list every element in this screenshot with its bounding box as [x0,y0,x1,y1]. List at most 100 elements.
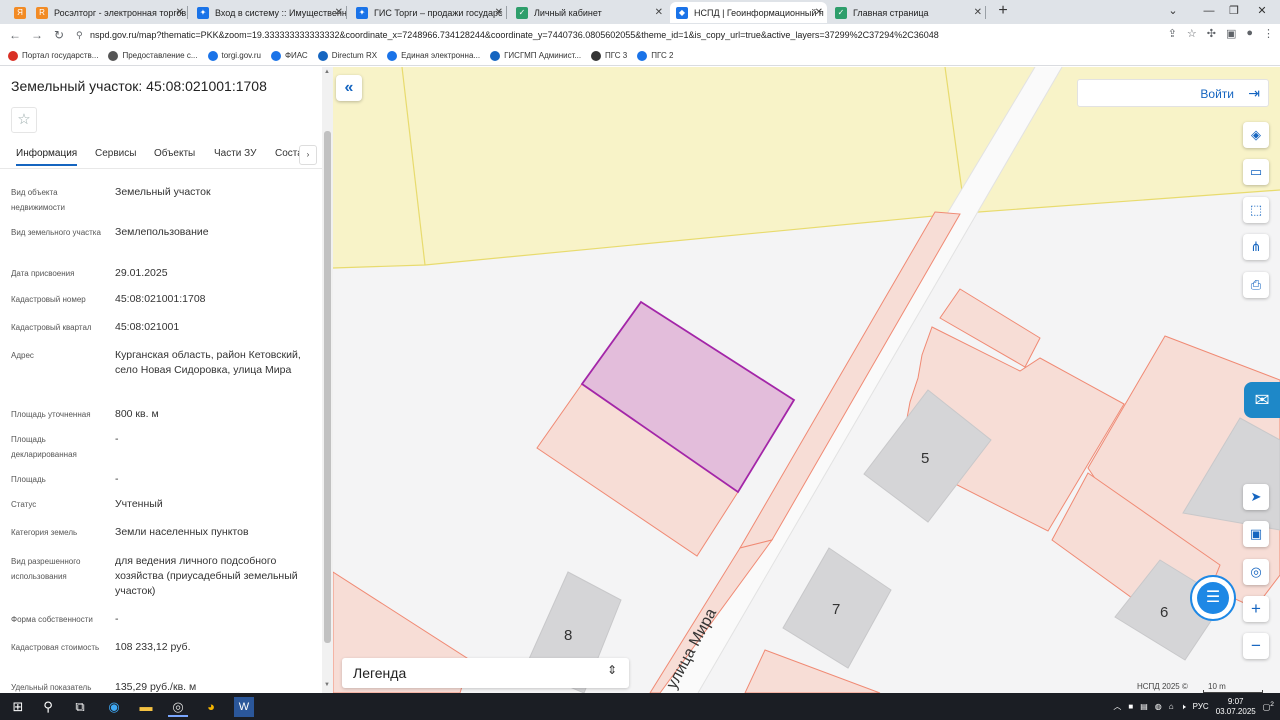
tab-separator [187,6,188,19]
location-search-icon[interactable]: ◎ [1243,559,1269,585]
browser-tab[interactable]: R Росэлторг - электронная торгов ✕ [30,2,188,23]
bookmark-item[interactable]: Directum RX [317,50,378,61]
zoom-out-icon[interactable]: − [1243,633,1269,659]
tray-app-icon[interactable]: ■ [1128,702,1133,711]
browser-menu-icon[interactable]: ⋮ [1263,27,1274,40]
task-view-icon[interactable]: ⧉ [70,697,90,717]
scrollbar-thumb[interactable] [324,131,331,643]
browser-tab[interactable]: ✓ Главная страница ✕ [829,2,986,23]
bookmark-item[interactable]: ПГС 2 [637,50,674,61]
share-icon[interactable]: ⋔ [1243,234,1269,260]
area-select-icon[interactable]: ⬚ [1243,197,1269,223]
close-tab-icon[interactable]: ✕ [655,7,663,18]
browser-tab[interactable]: ✓ Личный кабинет ✕ [510,2,667,23]
tab-services[interactable]: Сервисы [95,148,136,159]
browser-tab[interactable]: ✦ Вход в систему :: Имущественн ✕ [191,2,347,23]
chrome-icon[interactable]: ◕ [201,697,221,717]
bookmark-item[interactable]: Портал государств... [8,50,98,61]
word-icon[interactable]: W [234,697,254,717]
tab-favicon-icon: ◆ [676,6,688,19]
file-explorer-icon[interactable]: ▬ [136,697,156,717]
clock[interactable]: 9:07 03.07.2025 [1216,697,1256,717]
close-tab-icon[interactable]: ✕ [815,7,823,18]
browser-tab[interactable]: ◆ НСПД | Геоинформационный п ✕ [670,2,827,23]
assistant-chat-button[interactable]: ☰ [1190,575,1236,621]
attribute-value: - [115,613,119,625]
reload-icon[interactable]: ↻ [48,28,70,42]
back-icon[interactable]: ← [4,28,26,42]
tray-app-icon[interactable]: ◍ [1155,702,1162,711]
attribute-label: Вид разрешенного использования [11,557,81,581]
side-panel-icon[interactable]: ▣ [1226,27,1236,40]
bookmark-item[interactable]: ГИСГМП Админист... [490,50,581,61]
tab-separator [506,6,507,19]
tab-favicon-icon: ✓ [835,6,847,19]
bookmark-item[interactable]: Предоставление с... [108,50,198,61]
bookmark-label: ПГС 2 [651,51,674,60]
bookmark-item[interactable]: ФИАС [270,50,308,61]
favorite-star-icon[interactable]: ☆ [11,107,37,133]
share-page-icon[interactable]: ⇪ [1168,27,1177,40]
scroll-down-icon[interactable]: ▼ [324,682,330,688]
collapse-panel-icon[interactable]: « [336,75,362,101]
tab-objects[interactable]: Объекты [154,148,195,159]
bookmark-item[interactable]: Единая электронна... [387,50,480,61]
bookmark-icon [108,50,119,61]
app-icon[interactable]: ◎ [168,697,188,717]
forward-icon[interactable]: → [26,28,48,42]
browser-tab[interactable]: ✦ ГИС Торги – продажи государс ✕ [350,2,507,23]
attribute-value: 45:08:021001:1708 [115,293,206,305]
attribute-value: 135,29 руб./кв. м [115,681,197,693]
profile-icon[interactable]: ● [1246,27,1253,40]
network-icon[interactable]: ⌂ [1169,702,1174,711]
map-copyright: НСПД 2025 © [1137,682,1188,691]
volume-icon[interactable]: 🕨 [1181,702,1186,712]
address-actions: ⇪ ☆ ✣ ▣ ● ⋮ [1168,27,1274,40]
login-button[interactable]: Войти ⇥ [1077,79,1269,107]
tab-parcel-parts[interactable]: Части ЗУ [214,148,256,159]
tabs-scroll-right-icon[interactable]: › [299,145,317,165]
bookmark-label: Directum RX [331,51,378,60]
tab-title: Вход в систему :: Имущественн [215,7,347,18]
search-icon[interactable]: ⚲ [38,697,58,717]
site-info-icon[interactable]: ⚲ [76,30,90,41]
bookmark-item[interactable]: ПГС 3 [591,50,627,61]
print-icon[interactable]: ⎙ [1243,272,1269,298]
bookmarks-bar: Портал государств... Предоставление с... t… [0,46,1280,66]
bookmark-star-icon[interactable]: ☆ [1187,27,1197,40]
language-indicator[interactable]: РУС [1193,702,1209,711]
minimap-icon[interactable]: ▣ [1243,521,1269,547]
url-field[interactable]: ⚲ nspd.gov.ru/map?thematic=PKK&zoom=19.3… [76,27,1156,43]
layers-icon[interactable]: ◈ [1243,122,1269,148]
close-tab-icon[interactable]: ✕ [974,7,982,18]
clock-time: 9:07 [1227,696,1244,706]
windows-start-icon[interactable]: ⊞ [8,697,28,717]
map-canvas[interactable]: 5 7 8 6 улица Мира [333,67,1280,693]
bookmark-icon [591,50,602,61]
legend-dropdown[interactable]: Легенда ⇕ [342,658,629,688]
close-tab-icon[interactable]: ✕ [495,7,503,18]
new-tab-button[interactable]: + [994,2,1012,20]
geolocation-icon[interactable]: ➤ [1243,484,1269,510]
tray-app-icon[interactable]: ▤ [1140,702,1148,711]
panel-scrollbar[interactable]: ▲ ▼ [322,67,333,693]
clock-date: 03.07.2025 [1215,706,1256,716]
edge-icon[interactable]: ◉ [104,697,124,717]
tab-list-chevron-icon[interactable]: ⌄ [1155,0,1191,22]
close-tab-icon[interactable]: ✕ [176,7,184,18]
close-tab-icon[interactable]: ✕ [335,7,343,18]
support-chat-icon[interactable]: ✉ [1244,382,1280,418]
tab-information[interactable]: Информация [16,148,78,166]
bookmark-item[interactable]: torgi.gov.ru [207,50,261,61]
zoom-in-icon[interactable]: + [1243,596,1269,622]
scroll-up-icon[interactable]: ▲ [324,69,330,75]
building-number: 6 [1160,604,1168,621]
tab-favicon-icon: ✦ [197,6,209,19]
close-window-icon[interactable]: ✕ [1244,0,1280,22]
ruler-icon[interactable]: ▭ [1243,159,1269,185]
notifications-icon[interactable]: ▢2 [1263,701,1274,712]
extensions-icon[interactable]: ✣ [1207,27,1216,40]
attribute-value: Курганская область, район Кетовский, сел… [115,349,301,376]
tray-chevron-icon[interactable]: ︿ [1113,701,1121,712]
attribute-label: Форма собственности [11,615,93,624]
